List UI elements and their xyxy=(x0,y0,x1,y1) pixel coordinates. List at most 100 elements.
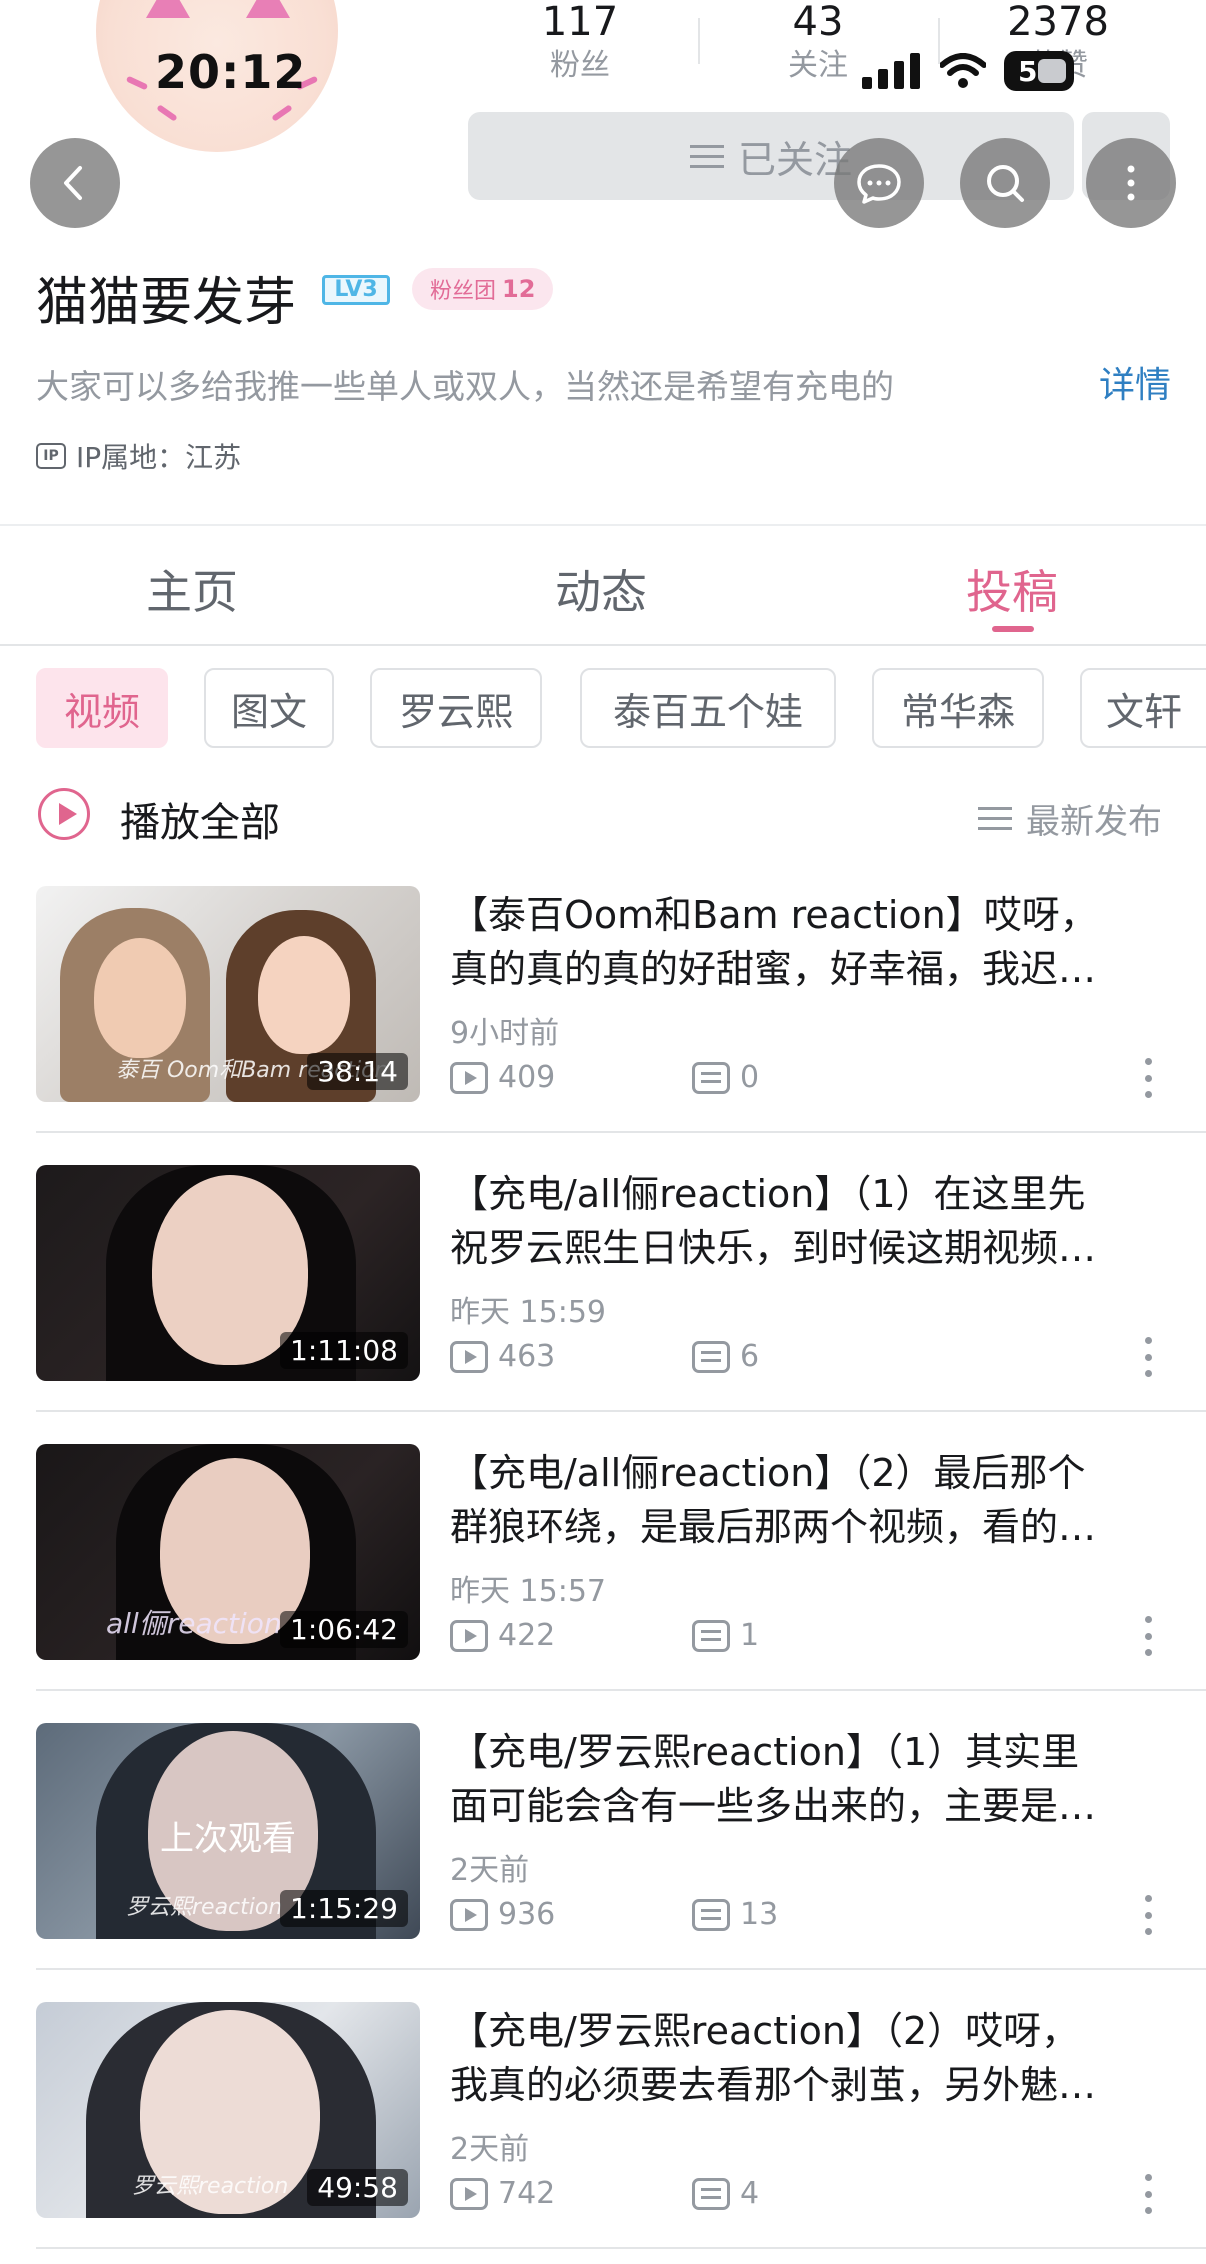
back-button[interactable] xyxy=(30,138,120,228)
tabs-divider xyxy=(0,644,1206,646)
comment-count: 0 xyxy=(692,1060,759,1095)
section-divider xyxy=(0,524,1206,526)
video-title-line: 我真的必须要去看那个剥茧，另外魅… xyxy=(450,2063,1097,2107)
comment-icon xyxy=(692,1619,730,1652)
video-duration: 38:14 xyxy=(307,1053,408,1090)
video-duration: 1:15:29 xyxy=(280,1890,408,1927)
chip-videos[interactable]: 视频 xyxy=(36,668,168,748)
video-stats: 422 1 xyxy=(450,1618,759,1653)
sort-button[interactable]: 最新发布 xyxy=(978,794,1162,843)
play-count-icon xyxy=(450,1898,488,1931)
video-time: 昨天 15:57 xyxy=(450,1574,606,1609)
more-vertical-icon[interactable] xyxy=(1140,1058,1156,1098)
level-badge: LV3 xyxy=(322,275,390,305)
video-title-line: 祝罗云熙生日快乐，到时候这期视频… xyxy=(450,1226,1097,1270)
battery-icon: 5 xyxy=(1004,51,1074,91)
fan-club-badge[interactable]: 粉丝团 12 xyxy=(412,268,554,310)
play-count-value: 409 xyxy=(498,1060,556,1095)
video-title-line: 面可能会含有一些多出来的，主要是… xyxy=(450,1784,1097,1828)
thumbnail-figure xyxy=(258,936,350,1054)
play-count-value: 742 xyxy=(498,2176,556,2211)
video-stats: 409 0 xyxy=(450,1060,759,1095)
more-vertical-icon[interactable] xyxy=(1140,2174,1156,2214)
chip-chang-huasen[interactable]: 常华森 xyxy=(872,668,1044,748)
thumbnail-watermark: 罗云熙reaction xyxy=(132,2174,289,2199)
video-thumbnail[interactable]: all俪reaction 1:06:42 xyxy=(36,1444,420,1660)
video-item[interactable]: 上次观看 罗云熙reaction 1:15:29 【充电/罗云熙reaction… xyxy=(36,1723,1206,1941)
tab-home[interactable]: 主页 xyxy=(146,556,238,622)
more-vertical-icon[interactable] xyxy=(1140,1616,1156,1656)
more-vertical-icon[interactable] xyxy=(1140,1337,1156,1377)
play-count: 742 xyxy=(450,2176,692,2211)
play-count-value: 936 xyxy=(498,1897,556,1932)
video-title[interactable]: 【泰百Oom和Bam reaction】哎呀， 真的真的真的好甜蜜，好幸福，我迟… xyxy=(450,888,1190,996)
comment-icon xyxy=(692,2177,730,2210)
comment-count-value: 4 xyxy=(740,2176,760,2211)
status-bar-icons: 5 xyxy=(862,50,1074,92)
comment-count-value: 1 xyxy=(740,1618,760,1653)
comment-icon xyxy=(692,1898,730,1931)
more-options-button[interactable] xyxy=(1086,138,1176,228)
video-item[interactable]: 泰百 Oom和Bam reaction 38:14 【泰百Oom和Bam rea… xyxy=(36,886,1206,1104)
video-time: 9小时前 xyxy=(450,1016,560,1051)
chip-posts[interactable]: 图文 xyxy=(204,668,334,748)
video-item[interactable]: all俪reaction 1:06:42 【充电/all俪reaction】（2… xyxy=(36,1444,1206,1662)
last-watched-label: 上次观看 xyxy=(160,1819,296,1859)
video-title-line: 真的真的真的好甜蜜，好幸福，我迟… xyxy=(450,947,1097,991)
tab-active-indicator xyxy=(992,626,1034,632)
video-title-line: 群狼环绕，是最后那两个视频，看的… xyxy=(450,1505,1097,1549)
video-duration: 1:11:08 xyxy=(280,1332,408,1369)
video-title-line: 【充电/all俪reaction】（1）在这里先 xyxy=(450,1172,1086,1216)
video-duration: 1:06:42 xyxy=(280,1611,408,1648)
video-item[interactable]: 1:11:08 【充电/all俪reaction】（1）在这里先 祝罗云熙生日快… xyxy=(36,1165,1206,1383)
chat-bubble-icon xyxy=(857,164,901,204)
video-thumbnail[interactable]: 1:11:08 xyxy=(36,1165,420,1381)
video-title[interactable]: 【充电/罗云熙reaction】（1）其实里 面可能会含有一些多出来的，主要是… xyxy=(450,1725,1190,1833)
comment-icon xyxy=(692,1340,730,1373)
video-title[interactable]: 【充电/罗云熙reaction】（2）哎呀， 我真的必须要去看那个剥茧，另外魅… xyxy=(450,2004,1190,2112)
video-thumbnail[interactable]: 上次观看 罗云熙reaction 1:15:29 xyxy=(36,1723,420,1939)
chip-wenxuan[interactable]: 文轩 xyxy=(1080,668,1206,748)
video-title-line: 【充电/罗云熙reaction】（2）哎呀， xyxy=(450,2009,1080,2053)
list-divider xyxy=(36,1131,1206,1133)
thumbnail-watermark: all俪reaction xyxy=(106,1607,282,1640)
video-title[interactable]: 【充电/all俪reaction】（1）在这里先 祝罗云熙生日快乐，到时候这期视… xyxy=(450,1167,1190,1275)
play-count: 936 xyxy=(450,1897,692,1932)
video-time: 2天前 xyxy=(450,1853,530,1888)
status-bar-time: 20:12 xyxy=(155,45,307,99)
list-divider xyxy=(36,1410,1206,1412)
play-circle-icon[interactable] xyxy=(38,788,90,840)
play-count-value: 463 xyxy=(498,1339,556,1374)
more-vertical-icon xyxy=(1127,165,1135,201)
play-all-button[interactable]: 播放全部 xyxy=(120,790,280,848)
list-divider xyxy=(36,1968,1206,1970)
comment-count-value: 0 xyxy=(740,1060,760,1095)
video-thumbnail[interactable]: 罗云熙reaction 49:58 xyxy=(36,2002,420,2218)
tab-uploads[interactable]: 投稿 xyxy=(966,556,1058,622)
search-button[interactable] xyxy=(960,138,1050,228)
stat-fans[interactable]: 117 粉丝 xyxy=(515,0,645,88)
battery-level: 5 xyxy=(1018,54,1038,88)
video-item[interactable]: 罗云熙reaction 49:58 【充电/罗云熙reaction】（2）哎呀，… xyxy=(36,2002,1206,2220)
video-duration: 49:58 xyxy=(307,2169,408,2206)
play-count: 409 xyxy=(450,1060,692,1095)
avatar-ear-left xyxy=(146,0,190,18)
video-thumbnail[interactable]: 泰百 Oom和Bam reaction 38:14 xyxy=(36,886,420,1102)
list-divider xyxy=(36,2247,1206,2249)
tab-dynamics[interactable]: 动态 xyxy=(555,556,647,622)
comment-icon xyxy=(692,1061,730,1094)
chip-luo-yunxi[interactable]: 罗云熙 xyxy=(370,668,542,748)
video-title[interactable]: 【充电/all俪reaction】（2）最后那个 群狼环绕，是最后那两个视频，看… xyxy=(450,1446,1190,1554)
message-button[interactable] xyxy=(834,138,924,228)
video-title-line: 【充电/罗云熙reaction】（1）其实里 xyxy=(450,1730,1080,1774)
username: 猫猫要发芽 xyxy=(36,273,297,333)
stat-likes-value: 2378 xyxy=(1007,0,1109,45)
play-count-value: 422 xyxy=(498,1618,556,1653)
bio-text: 大家可以多给我推一些单人或双人，当然还是希望有充电的 xyxy=(36,367,894,406)
chip-taibai-five[interactable]: 泰百五个娃 xyxy=(580,668,836,748)
bio-detail-link[interactable]: 详情 xyxy=(1099,356,1171,408)
wifi-icon xyxy=(940,53,986,88)
video-time: 2天前 xyxy=(450,2132,530,2167)
more-vertical-icon[interactable] xyxy=(1140,1895,1156,1935)
avatar-decoration xyxy=(156,104,178,122)
